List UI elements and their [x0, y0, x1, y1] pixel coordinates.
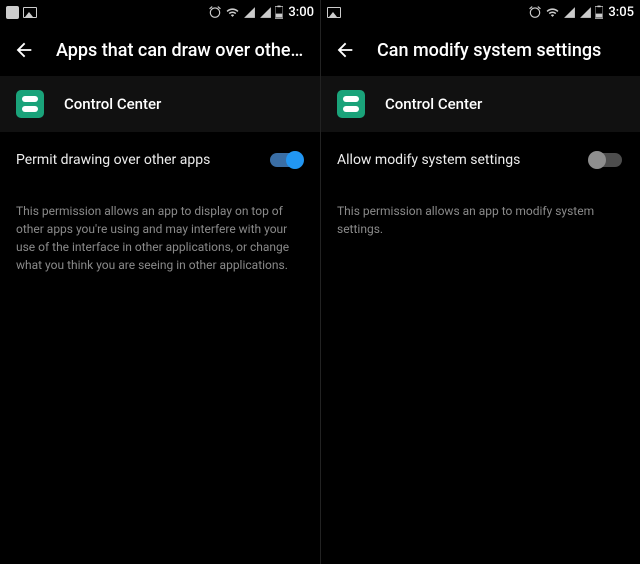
app-row: Control Center: [321, 76, 640, 132]
alarm-icon: [208, 5, 222, 19]
control-center-icon: [337, 90, 365, 118]
status-clock: 3:05: [608, 5, 634, 20]
status-clock: 3:00: [288, 5, 314, 20]
toggle-thumb: [286, 151, 304, 169]
app-name: Control Center: [64, 95, 161, 113]
page-title: Can modify system settings: [377, 40, 628, 61]
app-name: Control Center: [385, 95, 482, 113]
permission-toggle[interactable]: [588, 150, 624, 170]
alarm-icon: [528, 5, 542, 19]
permission-toggle[interactable]: [268, 150, 304, 170]
status-bar: 3:05: [321, 0, 640, 24]
wifi-icon: [225, 6, 240, 19]
permission-label: Allow modify system settings: [337, 152, 520, 168]
app-bar: Apps that can draw over othe…: [0, 24, 320, 76]
permission-row[interactable]: Allow modify system settings: [321, 132, 640, 188]
battery-icon: [595, 5, 603, 19]
picture-icon: [327, 7, 341, 18]
signal-icon-2: [259, 6, 272, 19]
battery-icon: [275, 5, 283, 19]
screen-draw-over: 3:00 Apps that can draw over othe… Contr…: [0, 0, 320, 564]
back-arrow-icon: [13, 39, 35, 61]
screen-modify-settings: 3:05 Can modify system settings Control …: [320, 0, 640, 564]
toggle-thumb: [588, 151, 606, 169]
page-title: Apps that can draw over othe…: [56, 40, 308, 61]
wifi-icon: [545, 6, 560, 19]
app-row: Control Center: [0, 76, 320, 132]
permission-row[interactable]: Permit drawing over other apps: [0, 132, 320, 188]
status-right: 3:05: [528, 5, 634, 20]
permission-description: This permission allows an app to display…: [0, 188, 320, 288]
permission-description: This permission allows an app to modify …: [321, 188, 640, 252]
picture-icon: [23, 7, 37, 18]
app-bar: Can modify system settings: [321, 24, 640, 76]
status-left: [327, 7, 341, 18]
notification-icon: [6, 6, 19, 19]
signal-icon-2: [579, 6, 592, 19]
back-arrow-icon: [334, 39, 356, 61]
back-button[interactable]: [12, 38, 36, 62]
signal-icon-1: [563, 6, 576, 19]
status-right: 3:00: [208, 5, 314, 20]
signal-icon-1: [243, 6, 256, 19]
control-center-icon: [16, 90, 44, 118]
status-left: [6, 6, 37, 19]
status-bar: 3:00: [0, 0, 320, 24]
permission-label: Permit drawing over other apps: [16, 152, 210, 168]
back-button[interactable]: [333, 38, 357, 62]
